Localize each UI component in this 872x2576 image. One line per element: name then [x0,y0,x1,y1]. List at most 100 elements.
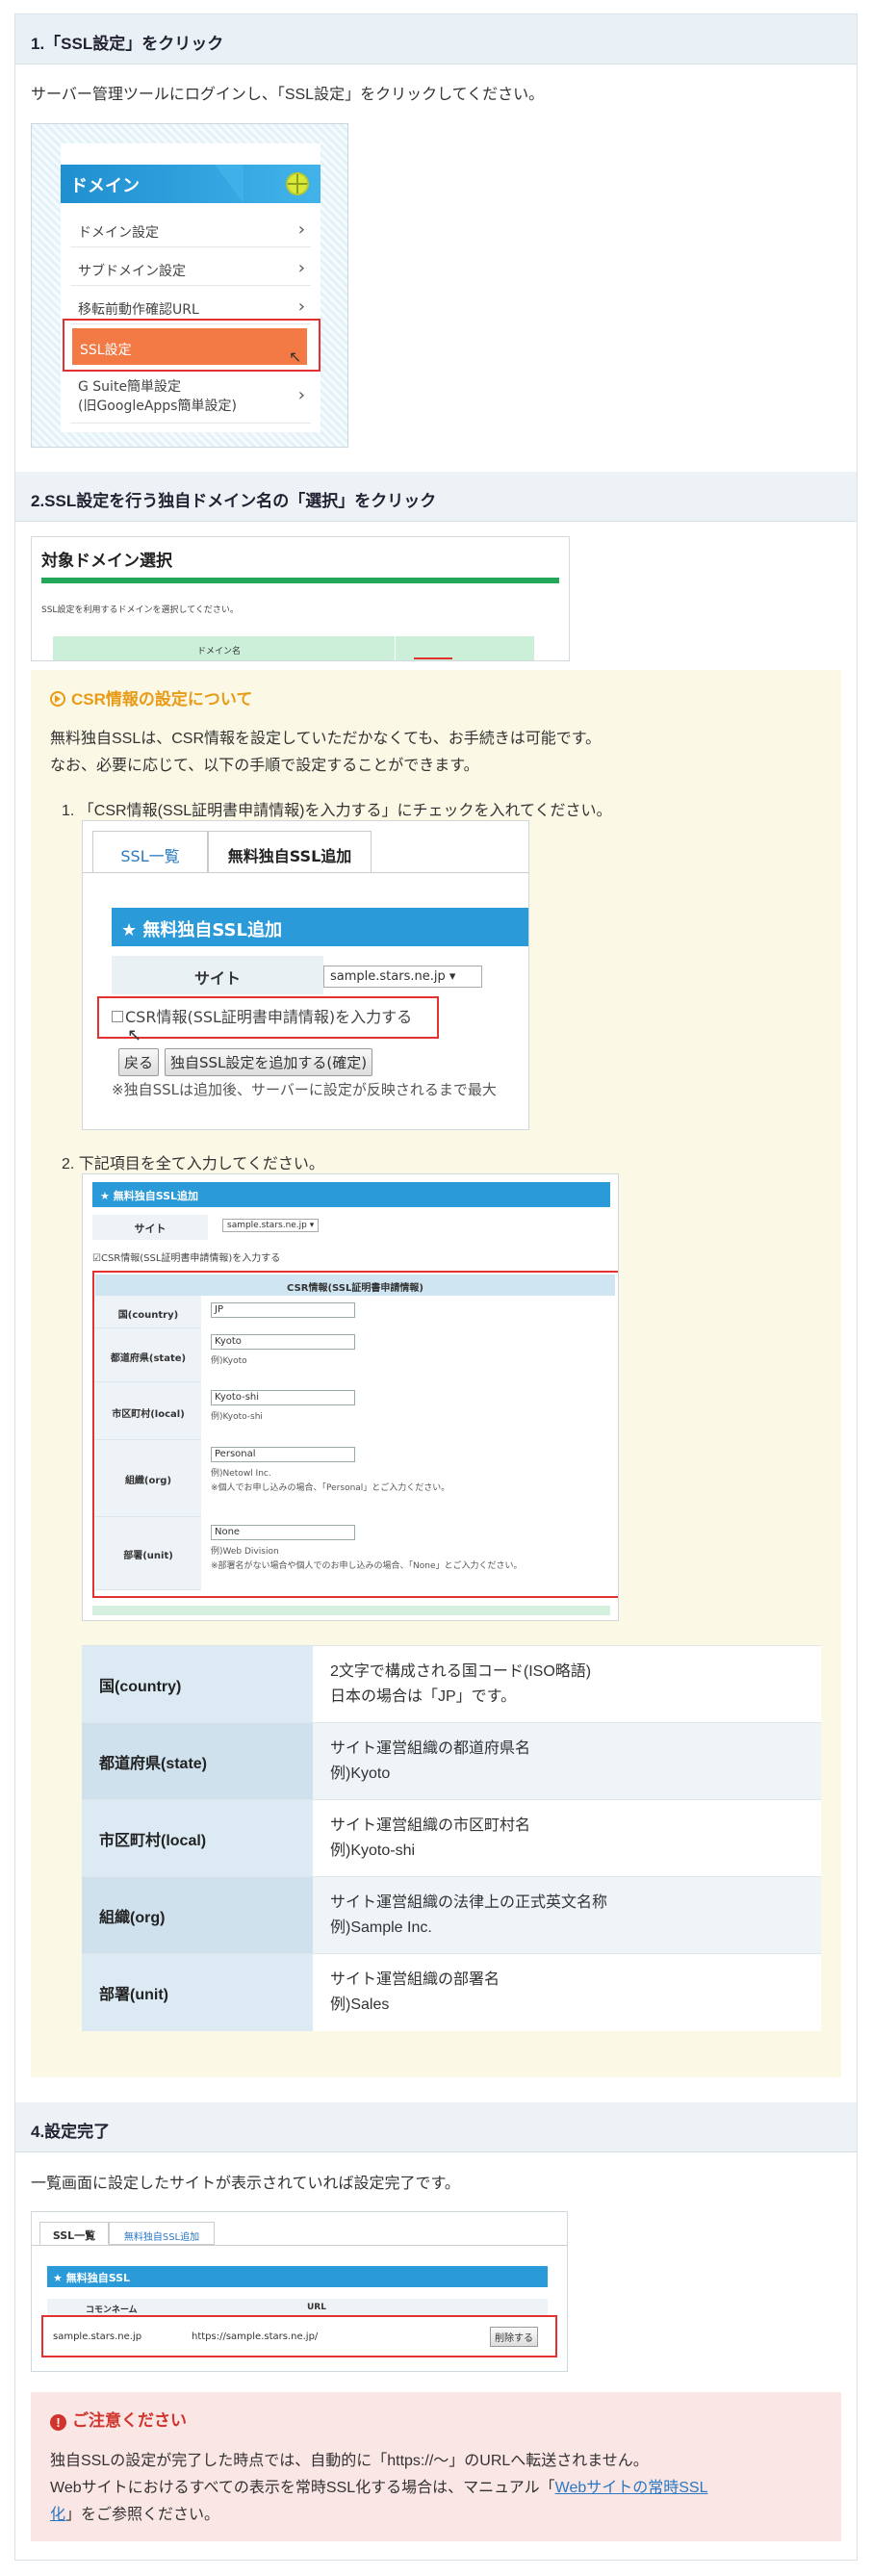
menu-item-label: G Suite簡単設定 [78,379,182,395]
csr-text-line-1: 無料独自SSLは、CSR情報を設定していただかなくても、お手続きは可能です。 [50,731,602,747]
field-key-state: 都道府県(state) [82,1722,313,1800]
field-desc-line: サイト運営組織の市区町村名 [330,1816,531,1834]
field-desc-org: サイト運営組織の法律上の正式英文名称 例)Sample Inc. [313,1876,821,1954]
local-input[interactable]: Kyoto-shi [211,1390,355,1405]
domain-column-header: ドメイン名 [197,647,242,657]
org-input[interactable]: Personal [211,1447,355,1462]
chevron-right-icon: › [297,296,305,317]
row-label-state: 都道府県(state) [95,1328,201,1382]
menu-item-label: ドメイン設定 [78,225,159,241]
domain-select-description: SSL設定を利用するドメインを選択してください。 [41,605,239,615]
row-label-local: 市区町村(local) [95,1382,201,1440]
field-desc-line: サイト運営組織の部署名 [330,1971,500,1988]
delete-button[interactable]: 削除する [490,2327,538,2347]
caution-text: Webサイトにおけるすべての表示を常時SSL化する場合は、マニュアル「 [50,2480,555,2496]
state-input[interactable]: Kyoto [211,1334,355,1350]
screenshot-csr-input-form: ★ 無料独自SSL追加 サイト sample.stars.ne.jp ▾ ☑CS… [82,1173,619,1621]
highlight-frame [97,996,439,1039]
cursor-icon: ↖ [127,1025,142,1045]
field-key-country: 国(country) [82,1645,313,1723]
exclamation-icon: ! [50,2414,66,2431]
site-label: サイト [92,1215,208,1240]
unit-input[interactable]: None [211,1525,355,1540]
ssl-list-header: コモンネーム URL [47,2299,548,2316]
always-ssl-manual-link-cont[interactable]: 化 [50,2507,65,2523]
field-key-org: 組織(org) [82,1876,313,1954]
tab-baseline [83,872,528,873]
unit-note: ※部署名がない場合や個人でのお申し込みの場合、「None」とご入力ください。 [211,1561,523,1571]
csr-step-1: 1. 「CSR情報(SSL証明書申請情報)を入力する」にチェックを入れてください… [62,803,612,819]
table-row: 国(country) 2文字で構成される国コード(ISO略語) 日本の場合は「JP… [82,1645,821,1723]
csr-panel-title: CSR情報の設定について [50,685,252,709]
back-button[interactable]: 戻る [118,1048,160,1076]
country-input[interactable]: JP [211,1302,355,1318]
ssl-reflect-note: ※独自SSLは追加後、サーバーに設定が反映されるまで最大 [112,1081,497,1098]
tab-baseline [32,2245,567,2246]
field-desc-local: サイト運営組織の市区町村名 例)Kyoto-shi [313,1799,821,1877]
tab-free-ssl-add[interactable]: 無料独自SSL追加 [109,2222,215,2245]
screenshot-domain-menu: ドメイン ドメイン設定 › サブドメイン設定 › 移転前動作確認URL › SSL設定… [31,123,348,448]
caution-title: ! ご注意ください [50,2407,187,2431]
domain-select-title: 対象ドメイン選択 [41,552,172,571]
site-select[interactable]: sample.stars.ne.jp ▾ [222,1219,320,1232]
row-label-org: 組織(org) [95,1440,201,1517]
screenshot-ssl-list: SSL一覧 無料独自SSL追加 ★ 無料独自SSL コモンネーム URL sam… [31,2211,568,2372]
caution-line-1: 独自SSLの設定が完了した時点では、自動的に「https://～」のURLへ転送… [50,2453,649,2469]
row-label-unit: 部署(unit) [95,1517,201,1590]
highlight-frame [63,319,321,372]
ssl-list-bar: ★ 無料独自SSL [47,2266,548,2287]
section-4-description: 一覧画面に設定したサイトが表示されていれば設定完了です。 [31,2176,460,2192]
menu-item-gsuite[interactable]: G Suite簡単設定 (旧GoogleApps簡単設定) › [70,370,311,424]
field-desc-country: 2文字で構成される国コード(ISO略語) 日本の場合は「JP」です。 [313,1645,821,1723]
section-4-heading: 4.設定完了 [15,2102,857,2152]
field-desc-line: サイト運営組織の都道府県名 [330,1739,531,1757]
csr-table-header: CSR情報(SSL証明書申請情報) [95,1275,615,1296]
table-row: 市区町村(local) サイト運営組織の市区町村名 例)Kyoto-shi [82,1799,821,1877]
org-note: ※個人でお申し込みの場合、「Personal」とご入力ください。 [211,1483,450,1493]
screenshot-ssl-add-form: SSL一覧 無料独自SSL追加 ★ 無料独自SSL追加 サイト sample.s… [82,820,529,1130]
screenshot-domain-select: 対象ドメイン選択 SSL設定を利用するドメインを選択してください。 ドメイン名 [31,536,570,661]
chevron-right-icon: › [297,219,305,240]
menu-item-domain-settings[interactable]: ドメイン設定 › [70,211,311,247]
field-desc-line: 日本の場合は「JP」です。 [330,1687,517,1705]
csr-checkbox-label[interactable]: ☑CSR情報(SSL証明書申請情報)を入力する [92,1249,280,1264]
field-desc-line: 例)Sample Inc. [330,1919,432,1936]
ssl-add-bar: ★ 無料独自SSL追加 [92,1182,610,1207]
confirm-add-ssl-button[interactable]: 独自SSL設定を追加する(確定) [165,1048,373,1076]
field-desc-line: 例)Kyoto [330,1765,391,1782]
menu-item-label: サブドメイン設定 [78,264,186,279]
common-name-cell: sample.stars.ne.jp [53,2331,142,2342]
ssl-add-bar: ★ 無料独自SSL追加 [112,908,528,946]
site-label: サイト [112,956,323,994]
form-footer-strip [92,1606,610,1615]
csr-title-text: CSR情報の設定について [71,690,253,708]
always-ssl-manual-link[interactable]: Webサイトの常時SSL [555,2480,708,2496]
section-1-description: サーバー管理ツールにログインし、「SSL設定」をクリックしてください。 [31,87,545,103]
field-desc-line: 例)Sales [330,1996,390,2013]
table-row: 都道府県(state) サイト運営組織の都道府県名 例)Kyoto [82,1722,821,1800]
field-desc-line: サイト運営組織の法律上の正式英文名称 [330,1893,608,1911]
section-1-heading: 1.「SSL設定」をクリック [15,14,857,64]
field-key-unit: 部署(unit) [82,1953,313,2031]
site-select[interactable]: sample.stars.ne.jp ▾ [323,966,482,988]
tab-ssl-list[interactable]: SSL一覧 [92,831,208,873]
caution-line-2: Webサイトにおけるすべての表示を常時SSL化する場合は、マニュアル「Webサイ… [50,2474,707,2497]
tab-ssl-list[interactable]: SSL一覧 [39,2222,109,2245]
table-row: 部署(unit) サイト運営組織の部署名 例)Sales [82,1953,821,2031]
field-desc-line: 例)Kyoto-shi [330,1842,416,1859]
column-divider [395,636,396,660]
state-example: 例)Kyoto [211,1356,247,1366]
field-key-local: 市区町村(local) [82,1799,313,1877]
field-desc-line: 2文字で構成される国コード(ISO略語) [330,1662,592,1680]
menu-item-subdomain-settings[interactable]: サブドメイン設定 › [70,249,311,286]
url-cell: https://sample.stars.ne.jp/ [192,2331,319,2342]
row-label-country: 国(country) [95,1296,201,1328]
org-example: 例)Netowl Inc. [211,1469,271,1479]
unit-example: 例)Web Division [211,1547,279,1557]
chevron-right-icon: › [297,258,305,278]
menu-item-sublabel: (旧GoogleApps簡単設定) [78,399,237,414]
local-example: 例)Kyoto-shi [211,1412,263,1422]
tab-free-ssl-add[interactable]: 無料独自SSL追加 [208,831,372,873]
caution-title-text: ご注意ください [72,2411,187,2430]
csr-field-table: 国(country) 2文字で構成される国コード(ISO略語) 日本の場合は「JP… [82,1645,821,2031]
